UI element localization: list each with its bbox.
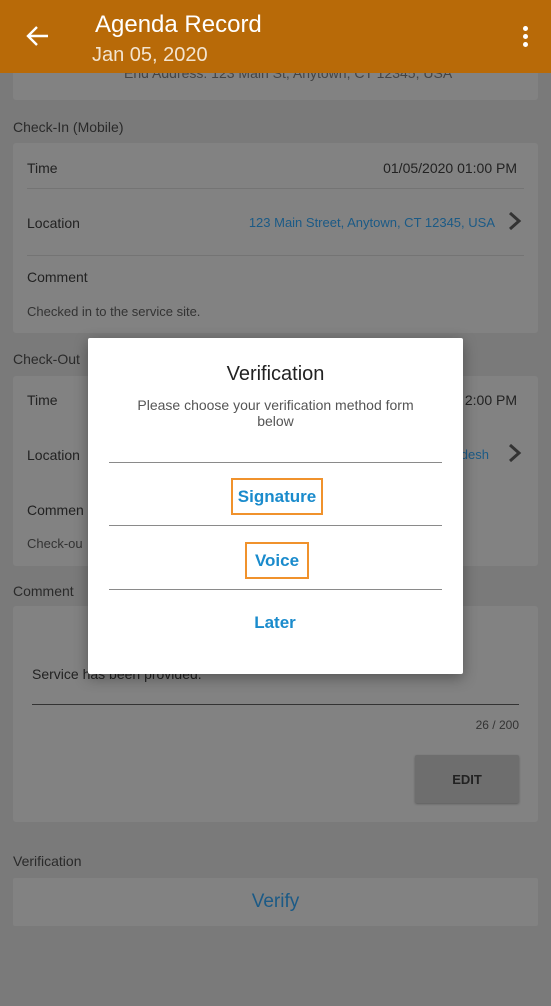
arrow-left-icon[interactable] — [24, 22, 52, 50]
divider — [109, 525, 442, 526]
page-subtitle-date: Jan 05, 2020 — [92, 44, 208, 66]
comment-input-underline — [32, 704, 519, 705]
verification-section-label: Verification — [13, 853, 82, 869]
check-in-time-value: 01/05/2020 01:00 PM — [383, 160, 517, 176]
divider — [109, 589, 442, 590]
check-out-comment-text: Check-ou — [27, 536, 83, 551]
check-in-section-label: Check-In (Mobile) — [13, 119, 124, 135]
check-out-location-label: Location — [27, 447, 80, 463]
more-vert-icon[interactable] — [523, 26, 529, 48]
check-in-comment-text: Checked in to the service site. — [27, 304, 201, 319]
dialog-message: Please choose your verification method f… — [137, 397, 414, 429]
voice-button[interactable]: Voice — [245, 542, 309, 579]
divider — [27, 255, 524, 256]
dialog-title: Verification — [226, 363, 325, 385]
check-out-location-link[interactable]: desh — [461, 447, 489, 462]
comment-section-label: Comment — [13, 583, 74, 599]
check-out-time-value: 2:00 PM — [464, 392, 517, 408]
check-in-comment-label: Comment — [27, 269, 88, 285]
verification-dialog: Verification Please choose your verifica… — [88, 338, 463, 674]
page-title: Agenda Record — [95, 11, 262, 38]
check-in-location-label: Location — [27, 215, 80, 231]
chevron-right-icon[interactable] — [508, 212, 522, 230]
check-out-comment-label: Commen — [27, 502, 84, 518]
divider — [109, 462, 442, 463]
edit-button[interactable]: EDIT — [415, 755, 519, 803]
check-in-time-label: Time — [27, 160, 58, 176]
app-header: Agenda Record Jan 05, 2020 — [0, 0, 551, 73]
divider — [27, 188, 524, 189]
check-in-location-link[interactable]: 123 Main Street, Anytown, CT 12345, USA — [249, 215, 495, 230]
check-out-section-label: Check-Out — [13, 351, 80, 367]
verify-button[interactable]: Verify — [13, 878, 538, 926]
check-out-time-label: Time — [27, 392, 58, 408]
later-button[interactable]: Later — [225, 606, 325, 639]
signature-button[interactable]: Signature — [231, 478, 323, 515]
comment-char-counter: 26 / 200 — [475, 718, 519, 732]
chevron-right-icon[interactable] — [508, 444, 522, 462]
